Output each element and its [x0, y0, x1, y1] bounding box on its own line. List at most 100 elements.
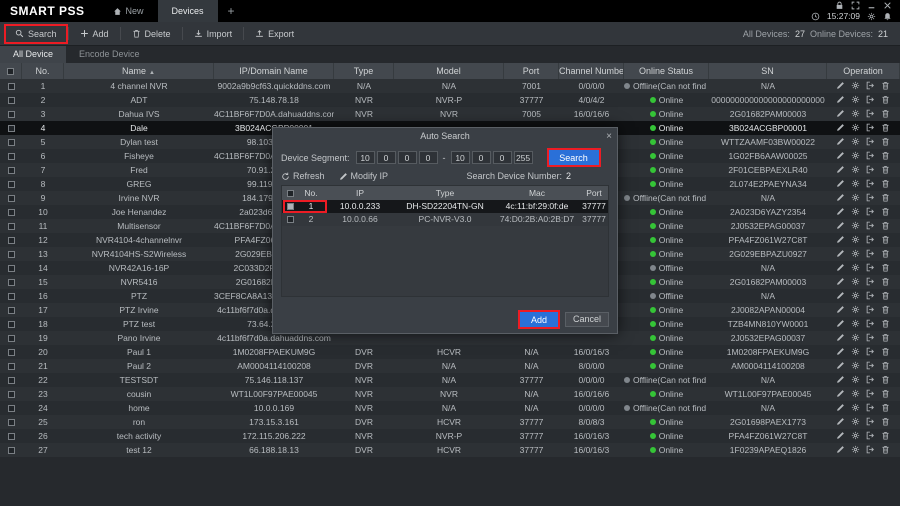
delete-icon[interactable] [881, 221, 891, 231]
row-checkbox[interactable] [0, 419, 22, 426]
row-checkbox[interactable] [0, 293, 22, 300]
table-row[interactable]: 25ron173.15.3.161DVRHCVR377778/0/8/3Onli… [0, 415, 900, 429]
table-row[interactable]: 23cousinWT1L00F97PAE00045NVRNVRN/A16/0/1… [0, 387, 900, 401]
table-row[interactable]: 2ADT75.148.78.18NVRNVR-P377774/0/4/2Onli… [0, 93, 900, 107]
cancel-button[interactable]: Cancel [565, 312, 609, 327]
search-result-row[interactable]: 110.0.0.233DH-SD22204TN-GN4c:11:bf:29:0f… [282, 200, 608, 213]
table-row[interactable]: 20Paul 11M0208FPAEKUM9GDVRHCVRN/A16/0/16… [0, 345, 900, 359]
logout-icon[interactable] [866, 137, 876, 147]
row-checkbox[interactable] [0, 237, 22, 244]
row-checkbox[interactable] [0, 251, 22, 258]
edit-icon[interactable] [836, 151, 846, 161]
delete-icon[interactable] [881, 403, 891, 413]
settings-icon[interactable] [851, 277, 861, 287]
edit-icon[interactable] [836, 319, 846, 329]
logout-icon[interactable] [866, 193, 876, 203]
modal-select-all-checkbox[interactable] [282, 190, 298, 197]
table-row[interactable]: 3Dahua IVS4C11BF6F7D0A.dahuaddns.comNVRN… [0, 107, 900, 121]
delete-icon[interactable] [881, 249, 891, 259]
row-checkbox[interactable] [0, 377, 22, 384]
logout-icon[interactable] [866, 81, 876, 91]
edit-icon[interactable] [836, 207, 846, 217]
row-checkbox[interactable] [0, 349, 22, 356]
row-checkbox[interactable] [0, 167, 22, 174]
logout-icon[interactable] [866, 263, 876, 273]
settings-icon[interactable] [851, 221, 861, 231]
delete-icon[interactable] [881, 291, 891, 301]
delete-icon[interactable] [881, 137, 891, 147]
settings-icon[interactable] [851, 123, 861, 133]
settings-icon[interactable] [851, 179, 861, 189]
edit-icon[interactable] [836, 291, 846, 301]
add-button[interactable]: Add [71, 26, 118, 42]
logout-icon[interactable] [866, 249, 876, 259]
logout-icon[interactable] [866, 319, 876, 329]
edit-icon[interactable] [836, 389, 846, 399]
add-selected-button[interactable]: Add [520, 312, 558, 327]
row-checkbox[interactable] [0, 195, 22, 202]
row-checkbox[interactable] [0, 265, 22, 272]
ip-octet-input[interactable]: 0 [377, 151, 396, 164]
result-checkbox[interactable] [282, 216, 298, 223]
gear-icon[interactable] [867, 12, 876, 21]
delete-icon[interactable] [881, 151, 891, 161]
result-checkbox[interactable] [282, 203, 298, 210]
logout-icon[interactable] [866, 333, 876, 343]
segment-search-button[interactable]: Search [549, 150, 599, 165]
logout-icon[interactable] [866, 165, 876, 175]
close-icon[interactable] [883, 1, 892, 10]
edit-icon[interactable] [836, 193, 846, 203]
logout-icon[interactable] [866, 179, 876, 189]
delete-icon[interactable] [881, 431, 891, 441]
row-checkbox[interactable] [0, 433, 22, 440]
delete-icon[interactable] [881, 95, 891, 105]
settings-icon[interactable] [851, 361, 861, 371]
row-checkbox[interactable] [0, 391, 22, 398]
settings-icon[interactable] [851, 291, 861, 301]
edit-icon[interactable] [836, 403, 846, 413]
logout-icon[interactable] [866, 417, 876, 427]
settings-icon[interactable] [851, 333, 861, 343]
sort-ascending-icon[interactable]: ▲ [149, 70, 155, 76]
logout-icon[interactable] [866, 151, 876, 161]
table-row[interactable]: 26tech activity172.115.206.222NVRNVR-P37… [0, 429, 900, 443]
minimize-icon[interactable] [867, 1, 876, 10]
col-online-status[interactable]: Online Status [624, 63, 709, 79]
settings-icon[interactable] [851, 165, 861, 175]
edit-icon[interactable] [836, 333, 846, 343]
delete-icon[interactable] [881, 305, 891, 315]
row-checkbox[interactable] [0, 363, 22, 370]
settings-icon[interactable] [851, 389, 861, 399]
settings-icon[interactable] [851, 109, 861, 119]
row-checkbox[interactable] [0, 181, 22, 188]
delete-icon[interactable] [881, 207, 891, 217]
settings-icon[interactable] [851, 249, 861, 259]
settings-icon[interactable] [851, 235, 861, 245]
col-channel[interactable]: Channel Number [559, 63, 624, 79]
delete-icon[interactable] [881, 445, 891, 455]
row-checkbox[interactable] [0, 209, 22, 216]
edit-icon[interactable] [836, 249, 846, 259]
ip-octet-input[interactable]: 10 [356, 151, 375, 164]
logout-icon[interactable] [866, 207, 876, 217]
logout-icon[interactable] [866, 305, 876, 315]
delete-icon[interactable] [881, 389, 891, 399]
table-row[interactable]: 14 channel NVR9002a9b9cf63.quickddns.com… [0, 79, 900, 93]
fullscreen-icon[interactable] [851, 1, 860, 10]
ip-octet-input[interactable]: 0 [472, 151, 491, 164]
ip-octet-input[interactable]: 0 [419, 151, 438, 164]
col-sn[interactable]: SN [709, 63, 827, 79]
delete-icon[interactable] [881, 417, 891, 427]
row-checkbox[interactable] [0, 335, 22, 342]
row-checkbox[interactable] [0, 321, 22, 328]
ip-octet-input[interactable]: 0 [493, 151, 512, 164]
edit-icon[interactable] [836, 123, 846, 133]
mcol-mac[interactable]: Mac [494, 186, 580, 200]
logout-icon[interactable] [866, 375, 876, 385]
search-result-row[interactable]: 210.0.0.66PC-NVR-V3.074:D0:2B:A0:2B:D737… [282, 213, 608, 226]
edit-icon[interactable] [836, 277, 846, 287]
delete-icon[interactable] [881, 277, 891, 287]
logout-icon[interactable] [866, 95, 876, 105]
logout-icon[interactable] [866, 221, 876, 231]
logout-icon[interactable] [866, 123, 876, 133]
